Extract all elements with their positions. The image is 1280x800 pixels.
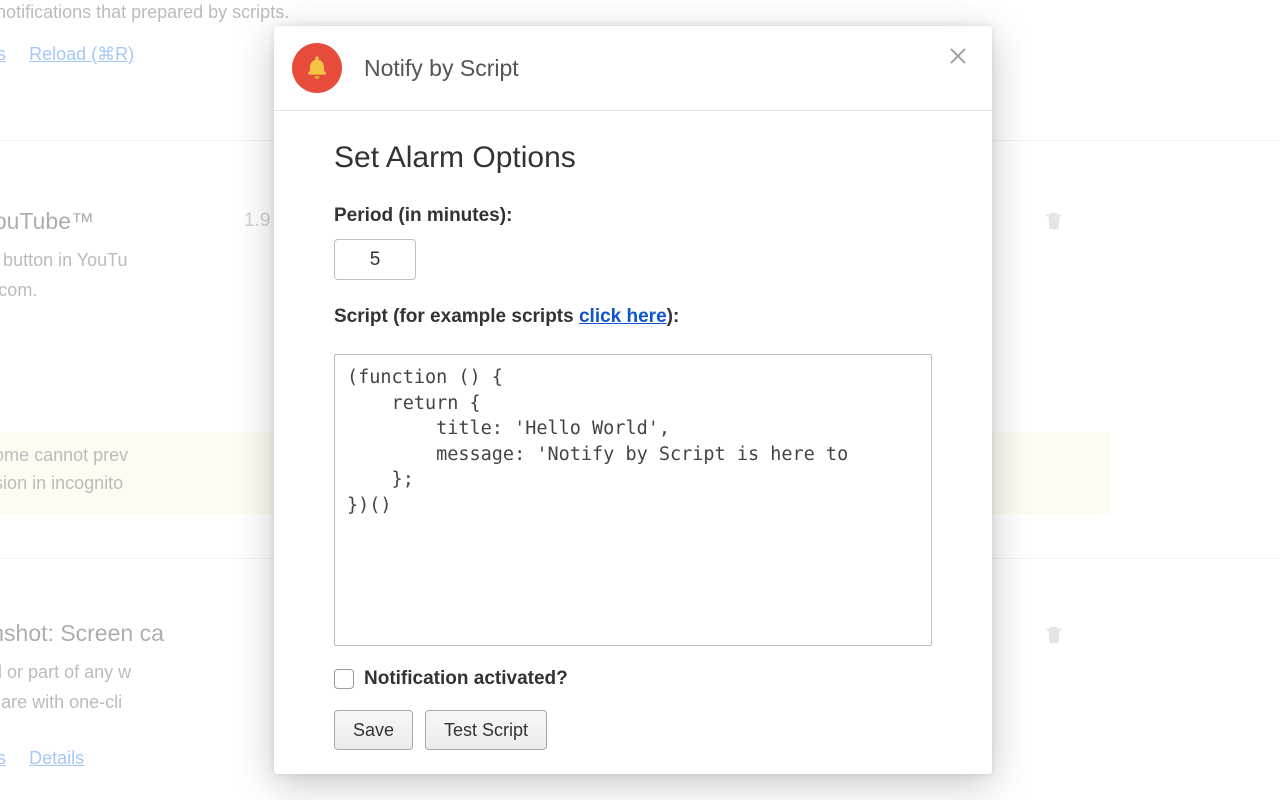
modal-body: Set Alarm Options Period (in minutes): S… xyxy=(274,111,992,774)
modal-header: Notify by Script xyxy=(274,26,992,111)
notify-checkbox[interactable] xyxy=(334,669,354,689)
script-label-pre: Script (for example scripts xyxy=(334,306,579,327)
script-textarea[interactable] xyxy=(334,354,932,646)
test-script-button[interactable]: Test Script xyxy=(425,710,547,750)
script-label: Script (for example scripts click here): xyxy=(334,306,932,328)
bg-ext1-version: 1.9 xyxy=(244,210,270,232)
bg-desc: for setting notifications that prepared … xyxy=(0,2,1112,23)
bg-options-link-2[interactable]: Options xyxy=(0,748,6,768)
trash-icon[interactable] xyxy=(1043,624,1065,650)
button-row: Save Test Script xyxy=(334,710,932,750)
close-icon[interactable] xyxy=(946,44,970,68)
trash-icon[interactable] xyxy=(1043,210,1065,236)
script-label-post: ): xyxy=(667,306,680,327)
bg-details-link-2[interactable]: Details xyxy=(29,748,84,768)
bell-icon xyxy=(292,43,342,93)
bg-reload-link[interactable]: Reload (⌘R) xyxy=(29,44,134,64)
modal-title: Notify by Script xyxy=(364,55,519,82)
options-modal: Notify by Script Set Alarm Options Perio… xyxy=(274,26,992,774)
options-heading: Set Alarm Options xyxy=(334,141,932,175)
example-scripts-link[interactable]: click here xyxy=(579,306,667,327)
period-input[interactable] xyxy=(334,239,416,280)
save-button[interactable]: Save xyxy=(334,710,413,750)
bg-options-link[interactable]: Options xyxy=(0,44,6,64)
notify-row[interactable]: Notification activated? xyxy=(334,668,932,690)
notify-label: Notification activated? xyxy=(364,668,568,690)
period-label: Period (in minutes): xyxy=(334,205,932,227)
